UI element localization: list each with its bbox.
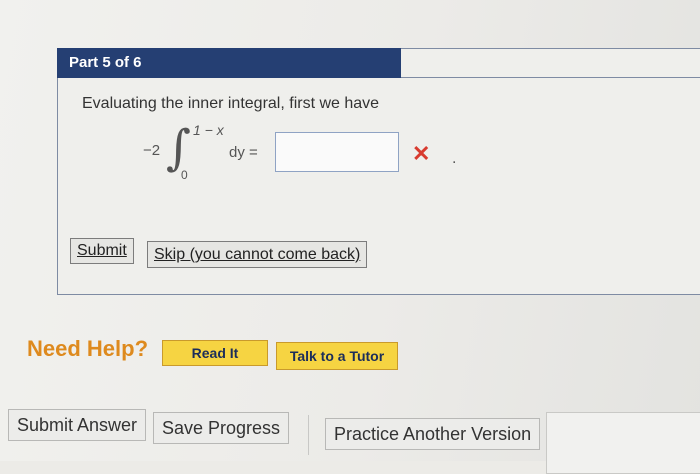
need-help-title: Need Help? — [27, 336, 149, 361]
save-progress-button[interactable]: Save Progress — [153, 412, 290, 444]
differential-label: dy = — [229, 144, 258, 161]
submit-button[interactable]: Submit — [70, 238, 134, 264]
question-prompt: Evaluating the inner integral, first we … — [82, 95, 380, 112]
answer-input[interactable] — [275, 132, 399, 172]
footer-right-box — [546, 412, 700, 474]
read-it-button[interactable]: Read It — [162, 340, 268, 366]
talk-to-tutor-button[interactable]: Talk to a Tutor — [276, 342, 398, 370]
integral-lower-limit: 0 — [181, 168, 188, 182]
submit-answer-button[interactable]: Submit Answer — [8, 409, 147, 441]
footer-separator — [308, 415, 309, 455]
part-header: Part 5 of 6 — [57, 48, 401, 78]
integral-upper-limit: 1 − x — [193, 122, 224, 138]
skip-button[interactable]: Skip (you cannot come back) — [147, 241, 368, 268]
practice-another-version-button[interactable]: Practice Another Version — [325, 418, 541, 450]
incorrect-icon: ✕ — [412, 141, 431, 166]
header-divider — [401, 77, 700, 78]
integral-coefficient: −2 — [143, 142, 161, 159]
integral-symbol: ∫ — [166, 120, 192, 176]
trailing-period: . — [452, 150, 457, 167]
